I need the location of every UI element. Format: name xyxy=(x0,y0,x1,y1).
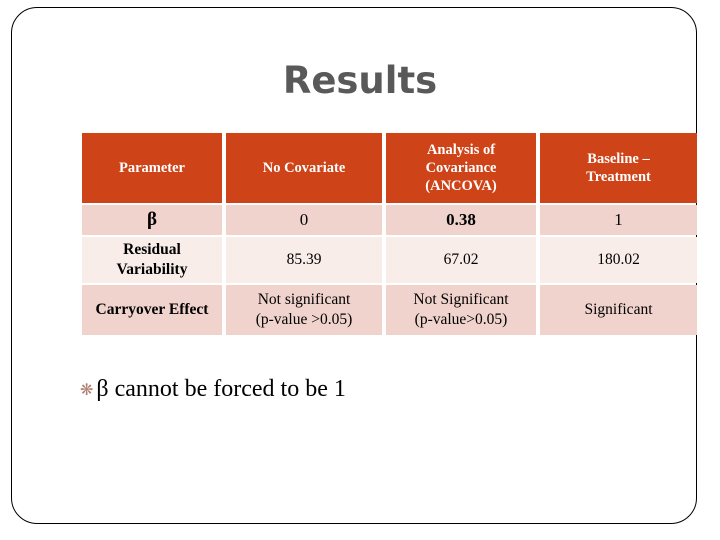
cell-residual-ancova: 67.02 xyxy=(386,237,536,283)
cell-carryover-ancova: Not Significant (p-value>0.05) xyxy=(386,285,536,335)
cell-carryover-no-covariate: Not significant (p-value >0.05) xyxy=(226,285,382,335)
cell-parameter-residual-line2: Variability xyxy=(116,261,188,278)
cell-residual-no-covariate: 85.39 xyxy=(226,237,382,283)
column-header-baseline-treatment: Baseline – Treatment xyxy=(540,133,697,203)
florette-bullet-icon: ❋ xyxy=(80,380,94,399)
column-header-ancova-line3: (ANCOVA) xyxy=(425,178,497,194)
column-header-no-covariate: No Covariate xyxy=(226,133,382,203)
table-row: Carryover Effect Not significant (p-valu… xyxy=(82,285,697,335)
cell-parameter-residual-line1: Residual xyxy=(123,241,181,258)
column-header-baseline-treatment-line1: Baseline – xyxy=(587,151,650,167)
cell-carryover-no-covariate-line1: Not significant xyxy=(257,291,351,308)
cell-carryover-ancova-line2: (p-value>0.05) xyxy=(414,311,508,328)
cell-beta-no-covariate: 0 xyxy=(226,205,382,235)
page-title: Results xyxy=(282,59,438,102)
cell-residual-baseline-treatment: 180.02 xyxy=(540,237,697,283)
column-header-parameter: Parameter xyxy=(82,133,222,203)
cell-carryover-no-covariate-line2: (p-value >0.05) xyxy=(255,311,353,328)
results-table: Parameter No Covariate Analysis of Covar… xyxy=(78,131,701,337)
table-row: β 0 0.38 1 xyxy=(82,205,697,235)
bullet-item-label: β cannot be forced to be 1 xyxy=(96,376,346,402)
column-header-ancova-line2: Covariance xyxy=(425,160,497,176)
cell-parameter-residual-variability: Residual Variability xyxy=(82,237,222,283)
cell-carryover-ancova-line1: Not Significant xyxy=(413,291,509,308)
table-header-row: Parameter No Covariate Analysis of Covar… xyxy=(82,133,697,203)
cell-beta-baseline-treatment: 1 xyxy=(540,205,697,235)
bullet-list-item: ❋ β cannot be forced to be 1 xyxy=(80,376,346,403)
cell-parameter-carryover-effect: Carryover Effect xyxy=(82,285,222,335)
cell-beta-ancova: 0.38 xyxy=(386,205,536,235)
column-header-ancova-line1: Analysis of xyxy=(426,142,496,158)
table-row: Residual Variability 85.39 67.02 180.02 xyxy=(82,237,697,283)
cell-carryover-baseline-treatment: Significant xyxy=(540,285,697,335)
slide-canvas: Results Parameter No Covariate Analysis … xyxy=(0,0,720,540)
cell-parameter-beta: β xyxy=(82,205,222,235)
column-header-baseline-treatment-line2: Treatment xyxy=(586,169,651,185)
column-header-ancova: Analysis of Covariance (ANCOVA) xyxy=(386,133,536,203)
